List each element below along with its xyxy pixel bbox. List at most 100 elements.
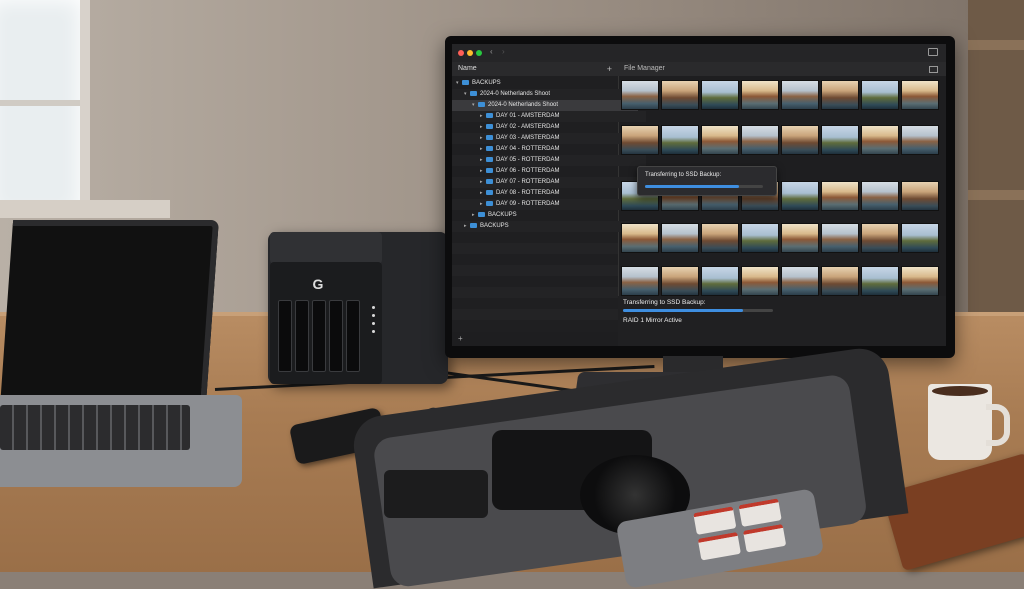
close-icon[interactable] <box>458 50 464 56</box>
tree-row-label: DAY 08 - ROTTERDAM <box>496 190 560 196</box>
photo-thumbnail[interactable] <box>621 266 659 296</box>
add-folder-icon[interactable]: + <box>458 334 463 343</box>
tree-row-label: DAY 02 - AMSTERDAM <box>496 124 560 130</box>
tree-row[interactable]: ▸ DAY 05 - ROTTERDAM <box>452 155 646 166</box>
photo-thumbnail[interactable] <box>621 223 659 253</box>
sidebar-toggle-icon[interactable] <box>928 48 938 56</box>
sd-card <box>697 531 741 561</box>
zoom-icon[interactable] <box>476 50 482 56</box>
folder-icon <box>486 112 493 118</box>
photo-thumbnail[interactable] <box>741 125 779 155</box>
photo-thumbnail[interactable] <box>781 80 819 110</box>
photo-thumbnail[interactable] <box>821 125 859 155</box>
photo-thumbnail[interactable] <box>861 181 899 211</box>
tree-row[interactable]: ▸ DAY 02 - AMSTERDAM <box>452 122 646 133</box>
folder-icon <box>470 90 477 96</box>
back-arrow-icon[interactable]: ‹ <box>490 47 493 56</box>
thumbnail-grid <box>619 78 946 328</box>
sd-card <box>743 523 787 553</box>
photo-thumbnail[interactable] <box>861 266 899 296</box>
tree-row-label: DAY 04 - ROTTERDAM <box>496 146 560 152</box>
status-panel: Transferring to SSD Backup: RAID 1 Mirro… <box>618 296 946 346</box>
minimize-icon[interactable] <box>467 50 473 56</box>
tree-row-label: DAY 09 - ROTTERDAM <box>496 201 560 207</box>
window <box>0 0 90 215</box>
empty-row <box>452 232 618 243</box>
window-sill <box>0 200 170 218</box>
drive-bay <box>329 300 343 372</box>
photo-thumbnail[interactable] <box>901 266 939 296</box>
photo-thumbnail[interactable] <box>781 266 819 296</box>
photo-thumbnail[interactable] <box>701 266 739 296</box>
photo-thumbnail[interactable] <box>781 223 819 253</box>
folder-icon <box>486 123 493 129</box>
drive-bay <box>278 300 292 372</box>
tree-row[interactable]: ▸ BACKUPS <box>452 210 638 221</box>
photo-thumbnail[interactable] <box>821 80 859 110</box>
tree-row[interactable]: ▾ 2024-0 Netherlands Shoot <box>452 89 630 100</box>
transfer-status-text: Transferring to SSD Backup: <box>623 299 706 306</box>
tree-row-label: DAY 07 - ROTTERDAM <box>496 179 560 185</box>
tree-row-label: DAY 03 - AMSTERDAM <box>496 135 560 141</box>
transfer-progress-bar <box>623 309 773 312</box>
photo-thumbnail[interactable] <box>861 125 899 155</box>
photo-thumbnail[interactable] <box>781 125 819 155</box>
photo-thumbnail[interactable] <box>861 80 899 110</box>
photo-thumbnail[interactable] <box>741 266 779 296</box>
photo-thumbnail[interactable] <box>821 223 859 253</box>
transfer-progress-fill <box>623 309 743 312</box>
tree-row-label: DAY 01 - AMSTERDAM <box>496 113 560 119</box>
empty-row <box>452 254 618 265</box>
tree-row[interactable]: ▸ DAY 09 - ROTTERDAM <box>452 199 646 210</box>
photo-thumbnail[interactable] <box>661 266 699 296</box>
photo-thumbnail[interactable] <box>901 80 939 110</box>
tree-row-label: BACKUPS <box>472 80 501 86</box>
tree-row[interactable]: ▸ DAY 08 - ROTTERDAM <box>452 188 646 199</box>
photo-thumbnail[interactable] <box>621 125 659 155</box>
photo-thumbnail[interactable] <box>901 125 939 155</box>
tree-row[interactable]: ▸ DAY 01 - AMSTERDAM <box>452 111 646 122</box>
popup-progress-fill <box>645 185 740 188</box>
tree-row-label: 2024-0 Netherlands Shoot <box>488 102 559 108</box>
photo-thumbnail[interactable] <box>741 80 779 110</box>
sidebar-header: Name + <box>452 62 618 76</box>
add-icon[interactable]: + <box>607 62 612 76</box>
folder-icon <box>486 156 493 162</box>
photo-thumbnail[interactable] <box>701 125 739 155</box>
folder-icon <box>470 222 477 228</box>
laptop-keyboard <box>0 405 190 450</box>
photo-thumbnail[interactable] <box>701 223 739 253</box>
folder-icon <box>486 200 493 206</box>
photo-thumbnail[interactable] <box>621 80 659 110</box>
photo-thumbnail[interactable] <box>741 223 779 253</box>
photo-thumbnail[interactable] <box>901 181 939 211</box>
inbox-icon[interactable] <box>929 66 938 73</box>
forward-arrow-icon[interactable]: › <box>502 47 505 56</box>
tree-row[interactable]: ▸ DAY 06 - ROTTERDAM <box>452 166 646 177</box>
drive-bay <box>346 300 360 372</box>
photo-thumbnail[interactable] <box>821 181 859 211</box>
photo-thumbnail[interactable] <box>901 223 939 253</box>
photo-thumbnail[interactable] <box>661 125 699 155</box>
tree-row[interactable]: ▾ BACKUPS <box>452 78 622 89</box>
photo-thumbnail[interactable] <box>661 223 699 253</box>
popup-transfer-text: Transferring to SSD Backup: <box>645 172 722 178</box>
status-led <box>372 314 375 317</box>
folder-icon <box>486 178 493 184</box>
folder-icon <box>478 211 485 217</box>
photo-thumbnail[interactable] <box>781 181 819 211</box>
status-led <box>372 330 375 333</box>
photo-thumbnail[interactable] <box>821 266 859 296</box>
tree-row[interactable]: ▸ DAY 04 - ROTTERDAM <box>452 144 646 155</box>
folder-icon <box>486 145 493 151</box>
photo-thumbnail[interactable] <box>701 80 739 110</box>
photo-thumbnail[interactable] <box>661 80 699 110</box>
photo-thumbnail[interactable] <box>861 223 899 253</box>
nas-top-panel <box>270 232 382 264</box>
tree-row[interactable]: ▸ BACKUPS <box>452 221 630 232</box>
tree-row[interactable]: ▸ DAY 07 - ROTTERDAM <box>452 177 646 188</box>
folder-icon <box>486 134 493 140</box>
tree-row[interactable]: ▸ DAY 03 - AMSTERDAM <box>452 133 646 144</box>
tree-row[interactable]: ▾ 2024-0 Netherlands Shoot <box>452 100 638 111</box>
monitor-screen: ‹ › Name + File Manager ▾ BACKUPS ▾ 2024-0 … <box>452 44 946 346</box>
